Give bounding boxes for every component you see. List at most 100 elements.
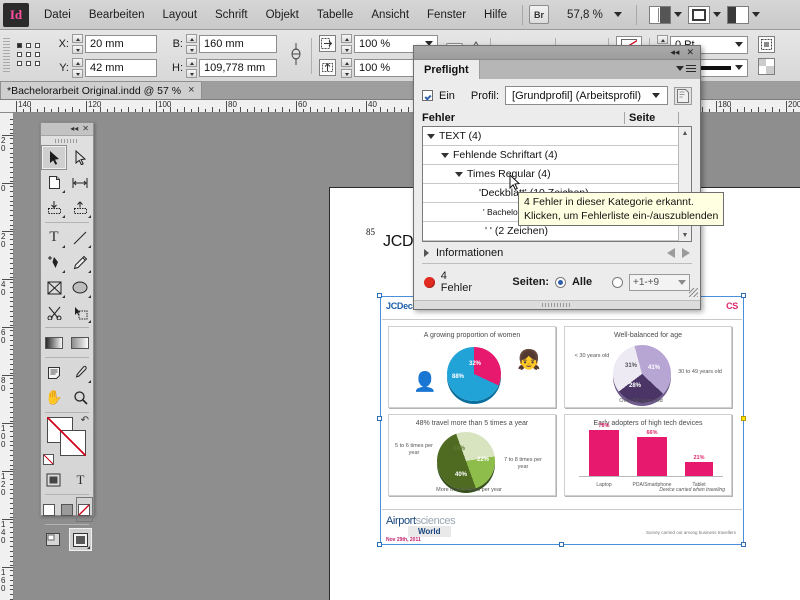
scale-y-stepper[interactable]	[341, 57, 352, 78]
panel-menu-icon[interactable]	[676, 63, 696, 74]
reference-point-selector[interactable]	[17, 42, 43, 69]
disclosure-triangle-icon[interactable]	[424, 249, 429, 257]
zoom-dropdown-icon[interactable]	[613, 12, 622, 17]
selection-handle-tr[interactable]	[741, 293, 746, 298]
selection-handle-tl[interactable]	[377, 293, 382, 298]
hand-tool[interactable]: ✋	[41, 385, 67, 410]
menu-ansicht[interactable]: Ansicht	[362, 5, 418, 25]
scroll-up-icon[interactable]: ▲	[679, 127, 691, 139]
pages-range-radio[interactable]	[612, 276, 623, 288]
x-stepper[interactable]	[72, 33, 83, 54]
direct-selection-tool[interactable]	[67, 145, 93, 170]
note-tool[interactable]	[41, 360, 67, 385]
error-row-missing-font[interactable]: Fehlende Schriftart (4)	[423, 146, 691, 165]
rectangle-frame-tool[interactable]	[41, 275, 67, 300]
panel-bottom-grip[interactable]	[414, 300, 700, 309]
menu-hilfe[interactable]: Hilfe	[475, 5, 516, 25]
height-stepper[interactable]	[186, 57, 197, 78]
pages-all-radio[interactable]	[555, 276, 566, 288]
y-stepper[interactable]	[72, 57, 83, 78]
bridge-button[interactable]: Br	[529, 5, 550, 24]
formatting-affects-text-icon[interactable]: T	[68, 467, 93, 492]
fill-stroke-controls[interactable]: ↶	[41, 415, 93, 467]
pen-tool[interactable]	[41, 250, 67, 275]
scroll-down-icon[interactable]: ▼	[679, 229, 691, 241]
gap-tool[interactable]	[67, 170, 93, 195]
eyedropper-tool[interactable]	[67, 360, 93, 385]
type-tool[interactable]: T	[41, 225, 67, 250]
selection-tool[interactable]	[41, 145, 67, 170]
pages-range-field[interactable]: +1-+9	[628, 273, 690, 291]
menu-bearbeiten[interactable]: Bearbeiten	[80, 5, 154, 25]
free-transform-tool[interactable]	[67, 300, 93, 325]
display-performance-caret-icon[interactable]	[712, 12, 721, 17]
save-profile-icon[interactable]	[674, 86, 692, 105]
apply-none-icon[interactable]	[75, 497, 93, 522]
menu-schrift[interactable]: Schrift	[206, 5, 257, 25]
selection-handle-bc[interactable]	[559, 542, 564, 547]
previous-error-icon[interactable]	[667, 248, 675, 258]
arrange-documents-group[interactable]	[721, 5, 760, 24]
screen-mode-group[interactable]	[643, 5, 682, 24]
disclosure-triangle-icon[interactable]	[441, 152, 449, 158]
preview-mode-icon[interactable]	[41, 527, 65, 552]
gradient-feather-tool[interactable]	[67, 330, 93, 355]
disclosure-triangle-icon[interactable]	[455, 171, 463, 177]
content-placer-tool[interactable]	[67, 195, 93, 220]
constrain-proportions-wh-icon[interactable]	[288, 41, 304, 70]
panel-resize-grip[interactable]	[689, 288, 698, 297]
tab-preflight[interactable]: Preflight	[414, 60, 480, 79]
menu-layout[interactable]: Layout	[153, 5, 206, 25]
close-icon[interactable]: ×	[188, 85, 194, 96]
error-row-one-char[interactable]: ' ' (1 Zeichen) 19	[423, 241, 691, 242]
page-tool[interactable]	[41, 170, 67, 195]
next-error-icon[interactable]	[682, 248, 690, 258]
selection-handle-bl[interactable]	[377, 542, 382, 547]
pencil-tool[interactable]	[67, 250, 93, 275]
collapse-icon[interactable]: ◂◂	[670, 48, 679, 57]
x-field[interactable]: 20 mm	[85, 34, 157, 53]
line-tool[interactable]	[67, 225, 93, 250]
apply-color-icon[interactable]	[41, 497, 57, 522]
arrange-documents-caret-icon[interactable]	[751, 12, 760, 17]
preflight-enabled-checkbox[interactable]	[422, 90, 433, 101]
height-field[interactable]: 109,778 mm	[199, 58, 277, 77]
preflight-panel[interactable]: ◂◂ ✕ Preflight Ein Profil: [Grundprofil]…	[413, 45, 701, 310]
y-field[interactable]: 42 mm	[85, 58, 157, 77]
gradient-swatch-tool[interactable]	[41, 330, 67, 355]
pages-range-dropdown-icon[interactable]	[678, 279, 686, 285]
document-tab[interactable]: *Bachelorarbeit Original.indd @ 57 % ×	[0, 81, 202, 99]
display-performance-group[interactable]	[682, 5, 721, 24]
tools-drag-grip[interactable]	[41, 136, 93, 145]
width-stepper[interactable]	[186, 33, 197, 54]
selection-frame[interactable]	[380, 296, 744, 545]
preflight-title-bar[interactable]: ◂◂ ✕	[414, 46, 700, 60]
apply-gradient-icon[interactable]	[58, 497, 74, 522]
transparency-icon[interactable]	[758, 58, 775, 75]
ellipse-tool[interactable]	[67, 275, 93, 300]
stroke-swatch[interactable]	[60, 430, 86, 456]
formatting-affects-container-icon[interactable]	[41, 467, 66, 492]
width-field[interactable]: 160 mm	[199, 34, 277, 53]
selection-handle-br[interactable]	[741, 542, 746, 547]
close-icon[interactable]: ✕	[82, 125, 89, 133]
default-fill-stroke-icon[interactable]	[43, 454, 54, 465]
error-row-text[interactable]: TEXT (4)	[423, 127, 691, 146]
menu-fenster[interactable]: Fenster	[418, 5, 475, 25]
profile-select[interactable]: [Grundprofil] (Arbeitsprofil)	[505, 86, 668, 105]
content-grabber-handle[interactable]	[741, 416, 746, 421]
swap-fill-stroke-icon[interactable]: ↶	[81, 415, 89, 426]
information-section[interactable]: Informationen	[422, 242, 692, 264]
disclosure-triangle-icon[interactable]	[427, 133, 435, 139]
vertical-ruler[interactable]: 20 0 20 40 60 80 100 120 140 160	[0, 113, 14, 600]
collapse-icon[interactable]: ◂◂	[70, 125, 78, 133]
tools-panel-header[interactable]: ◂◂ ✕	[41, 123, 93, 136]
close-icon[interactable]: ✕	[686, 48, 694, 57]
chevron-down-icon[interactable]	[652, 93, 660, 98]
menu-tabelle[interactable]: Tabelle	[308, 5, 362, 25]
normal-view-mode-icon[interactable]	[68, 527, 93, 552]
scissors-tool[interactable]	[41, 300, 67, 325]
menu-datei[interactable]: Datei	[35, 5, 80, 25]
error-row-times-regular[interactable]: Times Regular (4)	[423, 165, 691, 184]
stroke-style-dropdown-icon[interactable]	[735, 65, 743, 70]
